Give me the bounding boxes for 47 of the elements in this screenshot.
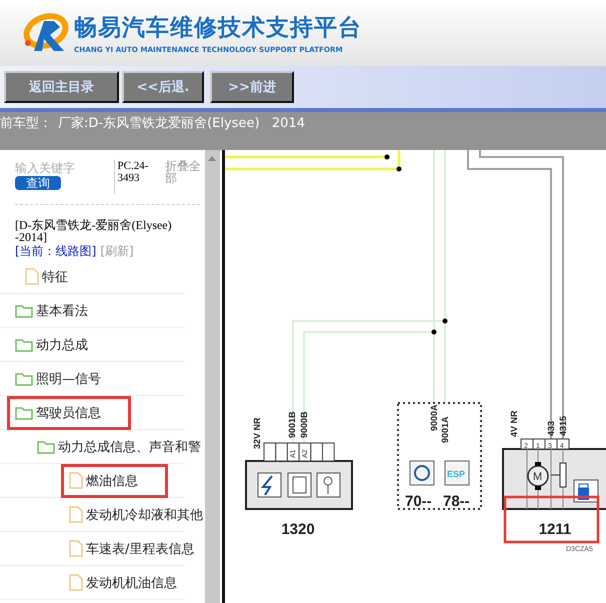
wire-label: 9001A [440, 416, 450, 443]
tree-item[interactable]: 燃油信息 [69, 472, 138, 490]
esp-label: ESP [447, 469, 466, 479]
junction-dot [384, 154, 390, 160]
document-icon [69, 540, 83, 557]
module-code: 78-- [443, 493, 470, 510]
folder-icon [15, 372, 33, 386]
document-icon [25, 268, 39, 285]
esp-icon-frame [444, 460, 470, 486]
folder-icon [15, 406, 33, 420]
junction-dot [442, 318, 448, 324]
model-label: 前车型： [0, 116, 52, 131]
tree-item[interactable]: 发动机机油信息 [69, 574, 177, 592]
module-code: 70-- [405, 493, 432, 510]
site-title: 畅易汽车维修技术支持平台 [74, 14, 362, 43]
model-value: 厂家:D-东风雪铁龙爱丽舍(Elysee) 2014 [58, 116, 305, 131]
motor-label: M [533, 471, 542, 483]
tree-item[interactable]: 驾驶员信息 [15, 404, 101, 422]
wire-label: 4315 [558, 416, 568, 436]
document-icon [69, 574, 83, 591]
connector-number: 1320 [281, 521, 315, 538]
tree-item[interactable]: 动力总成 [15, 336, 88, 354]
folder-icon [15, 304, 33, 318]
folder-icon [37, 440, 55, 454]
current-link[interactable]: [当前：线路图] [15, 244, 96, 258]
scrollbar[interactable] [205, 150, 220, 603]
connector-type-label: 32V NR [252, 417, 262, 449]
wire-label: 9000B [299, 411, 309, 438]
tree-item[interactable]: 特征 [25, 268, 68, 286]
document-icon [69, 472, 83, 489]
document-icon [69, 506, 83, 523]
folder-icon [15, 338, 33, 352]
tree-item[interactable]: 动力总成信息、声音和警 [37, 438, 201, 456]
connector-number: 1211 [538, 521, 572, 538]
wire-label: 9001B [287, 411, 297, 438]
code-text: PC.24-3493 [114, 160, 160, 194]
junction-dot [432, 330, 436, 334]
wire-label: 9000A [429, 404, 439, 431]
search-button[interactable]: 查询 [15, 176, 61, 190]
tree-item[interactable]: 基本看法 [15, 302, 88, 320]
vehicle-name: [D-东风雪铁龙-爱丽舍(Elysee) -2014] [14, 219, 173, 243]
tree-item[interactable]: 车速表/里程表信息 [69, 540, 194, 558]
tree-item[interactable]: 发动机冷却液和其他 [69, 506, 203, 524]
connector-type-label: 4V NR [509, 410, 519, 437]
junction-dot [396, 166, 402, 172]
tree-item[interactable]: 照明—信号 [15, 370, 101, 388]
wire-label: 433 [546, 420, 556, 436]
